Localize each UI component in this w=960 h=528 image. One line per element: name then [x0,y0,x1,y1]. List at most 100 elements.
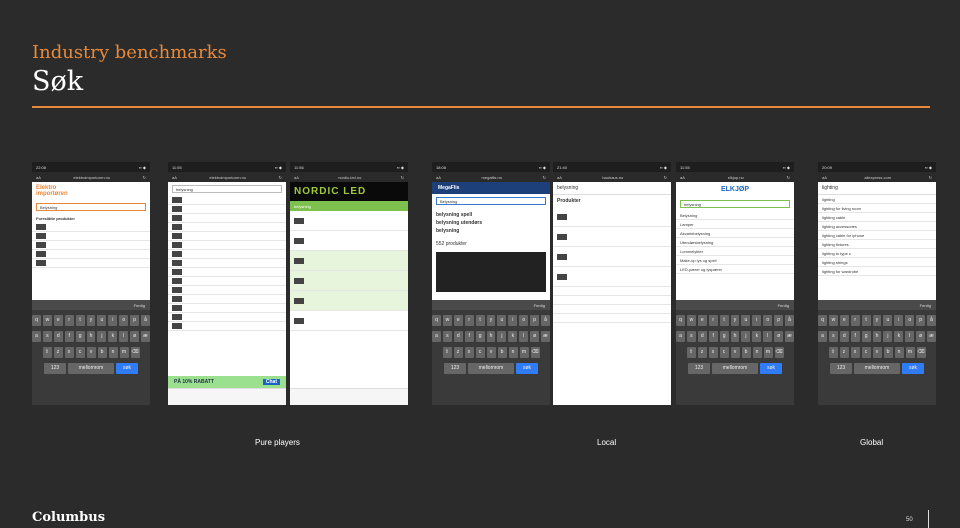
list-item[interactable] [290,291,408,311]
key[interactable]: y [86,315,96,326]
list-item[interactable] [32,223,150,232]
discount-banner[interactable]: PÅ 10% RABATT Chat [168,376,286,388]
list-item[interactable] [32,259,150,268]
key[interactable]: b [497,347,507,358]
list-item[interactable] [168,196,286,205]
list-item[interactable] [168,322,286,331]
key[interactable]: k [508,331,518,342]
suggestion-item[interactable]: belysning utendørs [436,219,546,227]
list-item[interactable] [168,277,286,286]
key[interactable]: v [86,347,96,358]
key[interactable]: z [453,347,463,358]
key[interactable]: p [530,315,540,326]
key-go[interactable]: søk [902,363,924,374]
suggestion-item[interactable]: belysning spell [436,211,546,219]
browser-nav-bar[interactable] [290,388,408,405]
suggestion-item[interactable]: lighting for living room [818,204,936,213]
keyboard[interactable]: Ferdig qwertyuiopå asdfghjkløæ ⇧ z x c v b n m ⌫… [676,300,794,405]
key[interactable]: g [861,331,871,342]
key-row-1[interactable]: qwertyuiopå [818,315,936,326]
list-item[interactable] [168,286,286,295]
key[interactable]: h [872,331,882,342]
list-item[interactable] [553,227,671,247]
key[interactable]: æ [785,331,794,342]
key-row-1[interactable]: qwertyuiopå [32,315,150,326]
product-image[interactable] [436,252,546,292]
key[interactable]: r [464,315,474,326]
key[interactable]: m [119,347,129,358]
key[interactable]: ø [916,331,926,342]
url-bar[interactable]: aA elkjop.no ↻ [676,172,794,182]
key[interactable]: l [905,331,915,342]
key-space[interactable]: mellomrom [854,363,900,374]
suggestion-item[interactable]: lighting for wardrobe [818,267,936,276]
key[interactable]: y [486,315,496,326]
key[interactable]: j [741,331,751,342]
suggestion-item[interactable]: lighting strings [818,258,936,267]
key[interactable]: ⇧ [686,347,696,358]
key[interactable]: s [442,331,452,342]
key[interactable]: e [453,315,463,326]
list-item[interactable] [32,232,150,241]
search-input[interactable]: Belysning [436,197,546,205]
key[interactable]: g [719,331,729,342]
key[interactable]: q [818,315,827,326]
suggestion-item[interactable]: lighting [818,195,936,204]
key[interactable]: ⌫ [916,347,926,358]
list-item[interactable] [290,311,408,331]
key-row-bottom[interactable]: 123 mellomrom søk [818,363,936,374]
list-item[interactable] [168,205,286,214]
key[interactable]: ⌫ [530,347,540,358]
key[interactable]: f [64,331,74,342]
key[interactable]: h [730,331,740,342]
key[interactable]: l [519,331,529,342]
key[interactable]: a [676,331,685,342]
key[interactable]: m [905,347,915,358]
key[interactable]: w [42,315,52,326]
key[interactable]: h [486,331,496,342]
key[interactable]: f [464,331,474,342]
key[interactable]: a [818,331,827,342]
key-row-2[interactable]: asdfghjkløæ [818,331,936,342]
list-item[interactable] [553,247,671,267]
key-row-bottom[interactable]: 123 mellomrom søk [676,363,794,374]
search-input[interactable]: belysning [553,182,671,195]
key[interactable]: å [541,315,550,326]
key[interactable]: p [130,315,140,326]
key[interactable]: e [697,315,707,326]
suggestion-item[interactable]: LED-pærer og lyspærer [676,265,794,274]
list-item[interactable] [290,231,408,251]
chat-button[interactable]: Chat [262,379,280,385]
key[interactable]: n [108,347,118,358]
key[interactable]: å [927,315,936,326]
keyboard-done[interactable]: Ferdig [676,300,794,310]
key[interactable]: a [432,331,441,342]
key[interactable]: k [894,331,904,342]
keyboard-done[interactable]: Ferdig [32,300,150,310]
suggestion-item[interactable]: Lommelykter [676,247,794,256]
key[interactable]: v [730,347,740,358]
key-row-3[interactable]: ⇧ z x c v b n m ⌫ [32,347,150,358]
key-row-1[interactable]: qwertyuiopå [432,315,550,326]
key[interactable]: c [719,347,729,358]
key-space[interactable]: mellomrom [68,363,114,374]
list-item[interactable] [168,214,286,223]
list-item[interactable] [553,267,671,287]
key[interactable]: r [64,315,74,326]
key[interactable]: p [774,315,784,326]
key[interactable]: e [839,315,849,326]
browser-nav-bar[interactable] [168,388,286,405]
suggestion-item[interactable]: lighting fixtures [818,240,936,249]
key[interactable]: t [861,315,871,326]
key[interactable]: s [686,331,696,342]
suggestion-item[interactable]: Lamper [676,220,794,229]
key[interactable]: æ [141,331,150,342]
key[interactable]: f [708,331,718,342]
key[interactable]: k [108,331,118,342]
key[interactable]: r [708,315,718,326]
list-item[interactable] [290,211,408,231]
key[interactable]: g [75,331,85,342]
key[interactable]: n [508,347,518,358]
suggestion-item[interactable]: Belysning [676,211,794,220]
key-123[interactable]: 123 [830,363,852,374]
